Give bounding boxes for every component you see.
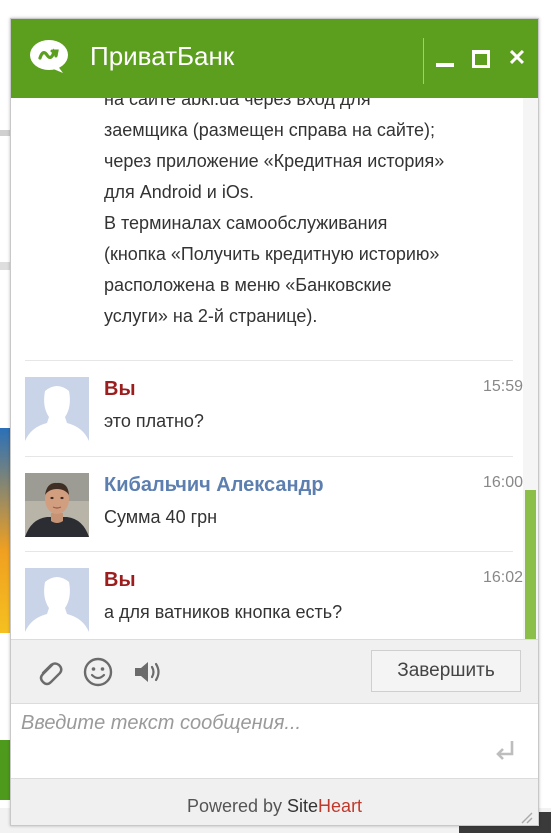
window-title: ПриватБанк [90,41,235,71]
chat-message-list[interactable]: на сайте abki.ua через вход для заемщика… [11,98,523,659]
chat-footer: Powered by SiteHeart [11,778,538,825]
message-line: услуги» на 2-й странице). [104,306,318,326]
message-line: через приложение «Кредитная история» [104,151,445,171]
operator-photo-icon [25,473,89,537]
chat-message: Вы 16:02 а для ватников кнопка есть? [11,552,523,646]
message-text: Сумма 40 грн [104,507,218,527]
minimize-button[interactable] [434,47,456,69]
background-banner [0,428,10,633]
close-button[interactable]: ✕ [506,47,528,69]
speaker-icon[interactable] [131,656,163,688]
message-line: на сайте abki.ua через вход для [104,98,371,109]
chat-window: ПриватБанк ✕ на сайте abki.ua через вход… [10,18,539,826]
message-text: а для ватников кнопка есть? [104,602,343,622]
message-line: (кнопка «Получить кредитную историю» [104,244,440,264]
chat-scrollbar[interactable] [523,98,538,659]
sender-name: Вы [104,569,136,591]
chat-toolbar: Завершить [11,639,538,703]
message-input[interactable] [19,710,533,774]
message-line: В терминалах самообслуживания [104,213,388,233]
message-text: это платно? [104,411,204,431]
maximize-button[interactable] [470,47,492,69]
powered-label: Powered by [186,796,282,816]
message-line: расположена в меню «Банковские [104,275,392,295]
window-header[interactable]: ПриватБанк ✕ [11,19,538,98]
paperclip-icon[interactable] [33,656,65,688]
chat-message: Кибальчич Александр 16:00 Сумма 40 грн [11,457,523,551]
scrollbar-thumb[interactable] [525,490,536,659]
enter-key-icon[interactable] [493,738,517,762]
brand-heart[interactable]: Heart [318,796,362,816]
powered-by: Powered by SiteHeart [187,796,362,817]
header-divider [423,38,424,84]
message-time: 16:02 [482,569,523,586]
operator-message-text: на сайте abki.ua через вход для заемщика… [104,98,514,332]
message-line: заемщика (размещен справа на сайте); [104,120,436,140]
sender-name: Вы [104,378,136,400]
finish-chat-button[interactable]: Завершить [371,650,521,692]
smiley-icon[interactable] [82,656,114,688]
avatar [25,568,89,632]
privatbank-logo-icon [29,39,69,75]
message-input-area[interactable] [11,703,538,778]
message-line: для Android и iOs. [104,182,254,202]
background-strip [0,740,10,800]
avatar [25,377,89,441]
message-time: 15:59 [482,378,523,395]
resize-handle-icon[interactable] [518,809,534,825]
sender-name: Кибальчич Александр [104,474,324,496]
user-silhouette-icon [25,568,89,632]
operator-avatar [25,473,89,537]
chat-message: Вы 15:59 это платно? [11,361,523,455]
user-silhouette-icon [25,377,89,441]
brand-site[interactable]: Site [287,796,318,816]
message-time: 16:00 [482,474,523,491]
